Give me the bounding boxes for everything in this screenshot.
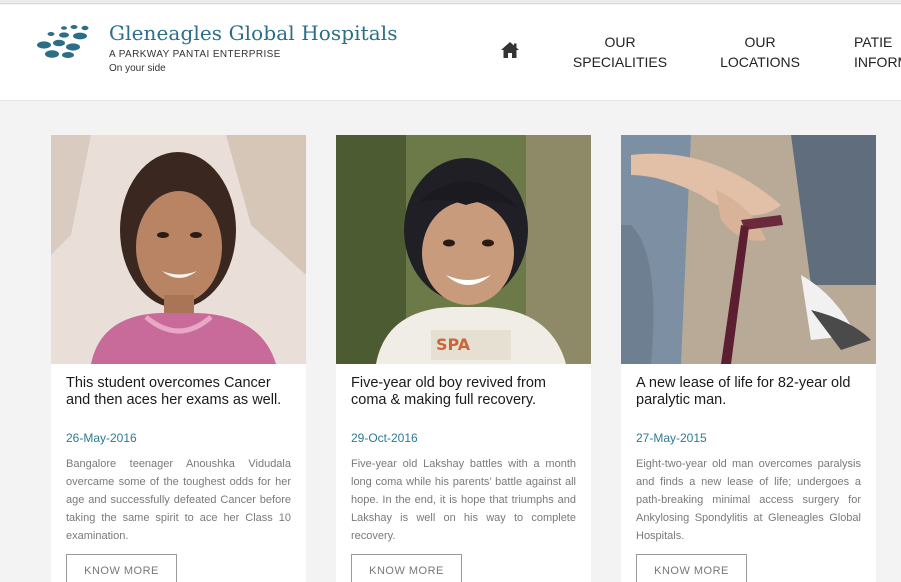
- nav-line: SPECIALITIES: [572, 54, 668, 70]
- story-date: 27-May-2015: [636, 431, 707, 445]
- elderly-man-cane-photo[interactable]: [621, 135, 876, 364]
- brand-name: Gleneagles Global Hospitals: [109, 21, 398, 45]
- brand-tagline: A PARKWAY PANTAI ENTERPRISE: [109, 49, 281, 60]
- story-title: A new lease of life for 82-year old para…: [636, 375, 851, 408]
- story-date: 29-Oct-2016: [351, 431, 418, 445]
- nav-our-specialities[interactable]: OUR SPECIALITIES: [571, 32, 669, 72]
- nav-line: OUR: [604, 34, 636, 50]
- nav-our-locations[interactable]: OUR LOCATIONS: [714, 32, 806, 72]
- story-description: Five-year old Lakshay battles with a mon…: [351, 458, 576, 542]
- story-card: SPA Five-year old boy revived from coma …: [336, 135, 591, 582]
- story-card: This student overcomes Cancer and then a…: [51, 135, 306, 582]
- story-title: Five-year old boy revived from coma & ma…: [351, 375, 547, 408]
- nav-line: OUR: [744, 34, 776, 50]
- story-date: 26-May-2016: [66, 431, 137, 445]
- top-border: [0, 0, 901, 4]
- nav-patient-information[interactable]: PATIE INFORM: [848, 32, 901, 72]
- story-description: Bangalore teenager Anoushka Vidudala ove…: [66, 458, 291, 542]
- nav-line: INFORM: [854, 54, 901, 70]
- story-card: A new lease of life for 82-year old para…: [621, 135, 876, 582]
- hospital-logo[interactable]: Gleneagles Global Hospitals A PARKWAY PA…: [34, 21, 398, 81]
- site-header: Gleneagles Global Hospitals A PARKWAY PA…: [0, 5, 901, 101]
- know-more-button[interactable]: KNOW MORE: [66, 554, 177, 582]
- brand-slogan: On your side: [109, 63, 166, 74]
- home-icon[interactable]: [500, 41, 520, 59]
- know-more-button[interactable]: KNOW MORE: [636, 554, 747, 582]
- svg-text:SPA: SPA: [436, 335, 471, 354]
- logo-dots-icon: [37, 25, 89, 58]
- student-photo[interactable]: [51, 135, 306, 364]
- boy-photo[interactable]: SPA: [336, 135, 591, 364]
- nav-line: LOCATIONS: [720, 54, 800, 70]
- nav-line: PATIE: [854, 34, 893, 50]
- story-description: Eight-two-year old man overcomes paralys…: [636, 458, 861, 542]
- know-more-button[interactable]: KNOW MORE: [351, 554, 462, 582]
- story-title: This student overcomes Cancer and then a…: [66, 375, 282, 408]
